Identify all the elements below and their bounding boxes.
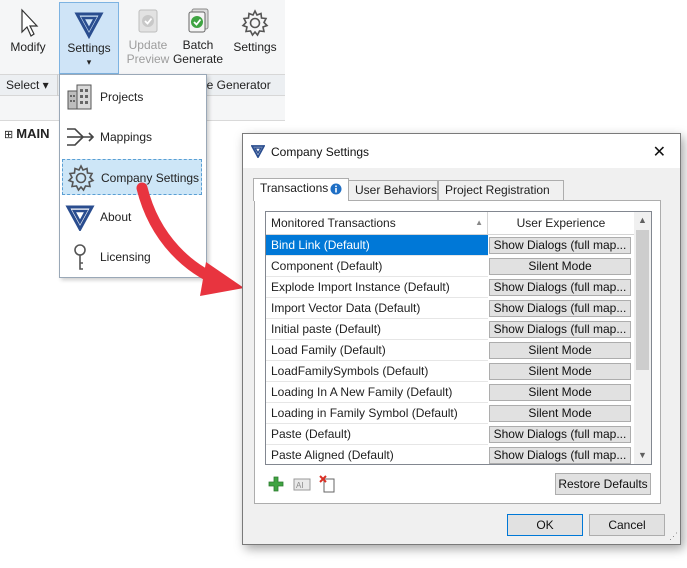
transaction-name-cell[interactable]: Explode Import Instance (Default)	[266, 277, 488, 298]
tab-transactions[interactable]: Transactions	[253, 178, 349, 201]
user-experience-cell: Silent Mode	[488, 382, 634, 403]
dialog-titlebar: Company Settings ✕	[243, 134, 680, 168]
svg-text:AI: AI	[296, 481, 304, 490]
tab-user-behaviors[interactable]: User Behaviors	[348, 180, 438, 200]
menu-item-mappings[interactable]: Mappings	[62, 119, 202, 155]
transaction-name-cell[interactable]: Load Family (Default)	[266, 340, 488, 361]
generator-panel-label: ge Generator	[200, 78, 271, 92]
close-icon[interactable]: ✕	[653, 142, 666, 162]
table-row[interactable]: Loading in Family Symbol (Default) Silent…	[266, 403, 634, 424]
transaction-name-cell[interactable]: Paste Aligned (Default)	[266, 445, 488, 464]
logo-icon	[74, 12, 104, 39]
grid-header: Monitored Transactions ▲ User Experience	[266, 212, 634, 235]
transaction-name-cell[interactable]: Loading in Family Symbol (Default)	[266, 403, 488, 424]
user-experience-cell: Show Dialogs (full map...	[488, 319, 634, 340]
tab-project-registration[interactable]: Project Registration	[438, 180, 564, 200]
table-row[interactable]: LoadFamilySymbols (Default) Silent Mode	[266, 361, 634, 382]
modify-button[interactable]: Modify	[2, 2, 54, 70]
table-row[interactable]: Paste Aligned (Default) Show Dialogs (ful…	[266, 445, 634, 464]
user-experience-cell: Silent Mode	[488, 340, 634, 361]
transaction-name-cell[interactable]: Component (Default)	[266, 256, 488, 277]
vertical-scrollbar[interactable]: ▲ ▼	[634, 212, 651, 464]
gear-icon	[241, 9, 269, 37]
user-experience-button[interactable]: Show Dialogs (full map...	[489, 279, 631, 296]
transaction-name-cell[interactable]: Import Vector Data (Default)	[266, 298, 488, 319]
user-experience-button[interactable]: Silent Mode	[489, 405, 631, 422]
table-row[interactable]: Initial paste (Default) Show Dialogs (ful…	[266, 319, 634, 340]
gear-icon	[67, 164, 95, 192]
table-row[interactable]: Explode Import Instance (Default) Show Di…	[266, 277, 634, 298]
user-experience-cell: Show Dialogs (full map...	[488, 277, 634, 298]
user-experience-button[interactable]: Show Dialogs (full map...	[489, 426, 631, 443]
user-experience-button[interactable]: Silent Mode	[489, 363, 631, 380]
transaction-name-cell[interactable]: Initial paste (Default)	[266, 319, 488, 340]
logo-icon	[65, 205, 95, 231]
user-experience-button[interactable]: Silent Mode	[489, 384, 631, 401]
resize-grip-icon[interactable]: ⋰	[669, 531, 678, 542]
add-icon[interactable]	[267, 475, 285, 493]
project-browser-root[interactable]: ⊞ MAIN	[4, 126, 50, 141]
transaction-name-cell[interactable]: LoadFamilySymbols (Default)	[266, 361, 488, 382]
document-check-icon	[138, 9, 158, 33]
batch-generate-button[interactable]: Batch Generate	[172, 2, 224, 70]
column-header-monitored-transactions[interactable]: Monitored Transactions ▲	[266, 212, 488, 234]
table-row[interactable]: Loading In A New Family (Default) Silent …	[266, 382, 634, 403]
dialog-title: Company Settings	[271, 145, 370, 159]
transactions-tab-panel: Monitored Transactions ▲ User Experience…	[254, 200, 661, 504]
table-row[interactable]: Load Family (Default) Silent Mode	[266, 340, 634, 361]
scroll-down-icon[interactable]: ▼	[634, 447, 651, 464]
user-experience-cell: Silent Mode	[488, 361, 634, 382]
settings-gear-button[interactable]: Settings	[228, 2, 282, 70]
user-experience-button[interactable]: Show Dialogs (full map...	[489, 447, 631, 464]
building-icon	[67, 84, 92, 110]
user-experience-cell: Show Dialogs (full map...	[488, 298, 634, 319]
table-row[interactable]: Import Vector Data (Default) Show Dialogs…	[266, 298, 634, 319]
user-experience-button[interactable]: Show Dialogs (full map...	[489, 300, 631, 317]
restore-defaults-button[interactable]: Restore Defaults	[555, 473, 651, 495]
key-icon	[74, 244, 86, 270]
panel-separator	[57, 74, 58, 96]
table-row[interactable]: Component (Default) Silent Mode	[266, 256, 634, 277]
settings-button[interactable]: Settings ▾	[59, 2, 119, 74]
table-row[interactable]: Bind Link (Default) Show Dialogs (full ma…	[266, 235, 634, 256]
user-experience-button[interactable]: Silent Mode	[489, 342, 631, 359]
mappings-icon	[67, 128, 95, 146]
transaction-name-cell[interactable]: Bind Link (Default)	[266, 235, 488, 256]
annotation-arrow-icon	[136, 182, 244, 296]
user-experience-cell: Show Dialogs (full map...	[488, 424, 634, 445]
user-experience-button[interactable]: Show Dialogs (full map...	[489, 237, 631, 254]
menu-item-projects[interactable]: Projects	[62, 79, 202, 115]
table-row[interactable]: Paste (Default) Show Dialogs (full map...	[266, 424, 634, 445]
user-experience-cell: Silent Mode	[488, 256, 634, 277]
column-header-user-experience[interactable]: User Experience	[488, 212, 634, 234]
cursor-icon	[21, 8, 39, 37]
user-experience-cell: Silent Mode	[488, 403, 634, 424]
sort-ascending-icon: ▲	[475, 218, 483, 227]
user-experience-button[interactable]: Silent Mode	[489, 258, 631, 275]
chevron-down-icon: ▾	[86, 57, 92, 67]
transaction-name-cell[interactable]: Paste (Default)	[266, 424, 488, 445]
user-experience-cell: Show Dialogs (full map...	[488, 445, 634, 464]
logo-icon	[251, 145, 265, 158]
user-experience-button[interactable]: Show Dialogs (full map...	[489, 321, 631, 338]
user-experience-cell: Show Dialogs (full map...	[488, 235, 634, 256]
ok-button[interactable]: OK	[507, 514, 583, 536]
expand-icon[interactable]: ⊞	[4, 129, 16, 141]
scroll-up-icon[interactable]: ▲	[634, 212, 651, 229]
cancel-button[interactable]: Cancel	[589, 514, 665, 536]
company-settings-dialog: Company Settings ✕ Transactions User Beh…	[242, 133, 681, 545]
rename-icon[interactable]: AI	[293, 475, 311, 493]
scrollbar-thumb[interactable]	[636, 230, 649, 370]
batch-document-icon	[188, 8, 209, 33]
select-panel-label[interactable]: Select ▾	[6, 78, 49, 92]
delete-icon[interactable]	[319, 475, 337, 493]
update-preview-button[interactable]: Update Preview	[124, 2, 172, 70]
transactions-grid: Monitored Transactions ▲ User Experience…	[265, 211, 652, 465]
info-icon	[330, 183, 342, 195]
transaction-name-cell[interactable]: Loading In A New Family (Default)	[266, 382, 488, 403]
